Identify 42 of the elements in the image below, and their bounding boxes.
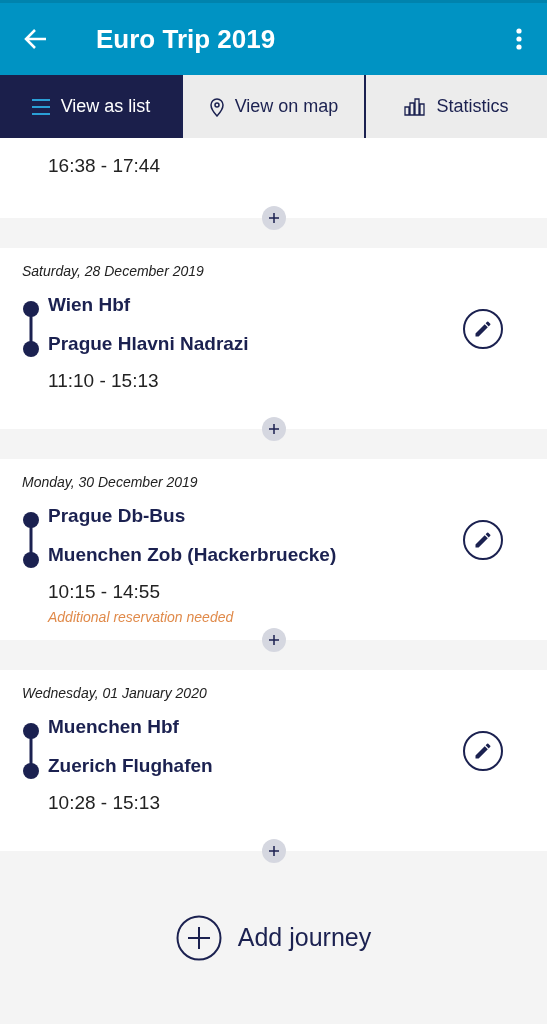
reservation-warning: Additional reservation needed: [48, 608, 235, 627]
journey-time: 10:28 - 15:13: [48, 791, 161, 815]
route-line-icon: [22, 300, 40, 358]
arrival-station: Muenchen Zob (Hackerbruecke): [48, 543, 338, 567]
route-line-icon: [22, 511, 40, 569]
app-bar-title: Euro Trip 2019: [96, 22, 277, 56]
plus-icon: [267, 634, 280, 646]
arrival-station: Zuerich Flughafen: [48, 754, 214, 778]
journey-date: Wednesday, 01 January 2020: [22, 684, 208, 703]
plus-icon: [267, 845, 280, 857]
insert-journey-button[interactable]: [261, 628, 286, 652]
insert-journey-button[interactable]: [261, 839, 286, 863]
view-tab[interactable]: View as list: [0, 75, 181, 138]
view-tab[interactable]: View on map: [181, 75, 364, 138]
view-tab[interactable]: Statistics: [364, 75, 547, 138]
journey-date: Saturday, 28 December 2019: [22, 262, 205, 281]
insert-journey-button[interactable]: [261, 417, 286, 441]
journey-time: 11:10 - 15:13: [48, 369, 160, 393]
location-pin-icon: [208, 96, 225, 117]
arrival-station: Prague Hlavni Nadrazi: [48, 332, 250, 356]
route-line-icon: [22, 722, 40, 780]
journey-time: 16:38 - 17:44: [48, 154, 161, 178]
departure-station: Wien Hbf: [48, 293, 132, 317]
edit-button[interactable]: [463, 520, 503, 560]
journey-time: 10:15 - 14:55: [48, 580, 161, 604]
pencil-icon: [473, 530, 493, 550]
back-arrow-icon[interactable]: [24, 28, 48, 50]
add-journey-button[interactable]: Add journey: [175, 915, 372, 961]
departure-station: Prague Db-Bus: [48, 504, 187, 528]
plus-circle-icon: [175, 915, 222, 961]
plus-icon: [267, 423, 280, 435]
departure-station: Muenchen Hbf: [48, 715, 180, 739]
insert-journey-button[interactable]: [261, 206, 286, 230]
plus-icon: [267, 212, 280, 224]
pencil-icon: [473, 319, 493, 339]
bar-chart-icon: [404, 97, 427, 116]
edit-button[interactable]: [463, 731, 503, 771]
more-options-icon[interactable]: [515, 28, 523, 50]
journey-date: Monday, 30 December 2019: [22, 473, 199, 492]
pencil-icon: [473, 741, 493, 761]
menu-icon: [30, 97, 51, 116]
edit-button[interactable]: [463, 309, 503, 349]
